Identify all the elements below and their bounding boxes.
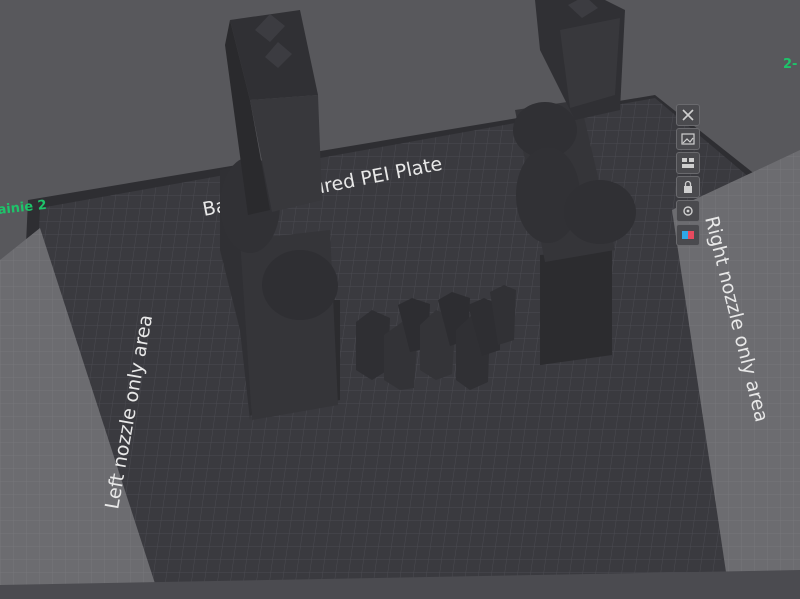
right-corner-label: 2-: [783, 57, 797, 72]
settings-button[interactable]: [676, 200, 700, 222]
lock-icon: [684, 180, 692, 193]
color-swatch-icon: [682, 231, 694, 239]
lock-button[interactable]: [676, 176, 700, 198]
build-scene[interactable]: Bambu Textured PEI Plate Left nozzle onl…: [0, 0, 800, 599]
3d-viewport[interactable]: Bambu Textured PEI Plate Left nozzle onl…: [0, 0, 800, 599]
gear-icon: [683, 206, 693, 216]
close-plate-button[interactable]: [676, 104, 700, 126]
arrange-icon: [682, 158, 694, 168]
close-icon: [682, 109, 694, 121]
image-icon: [681, 133, 695, 145]
arrange-button[interactable]: [676, 152, 700, 174]
pick-image-button[interactable]: [676, 128, 700, 150]
filament-colors-button[interactable]: [676, 224, 700, 246]
